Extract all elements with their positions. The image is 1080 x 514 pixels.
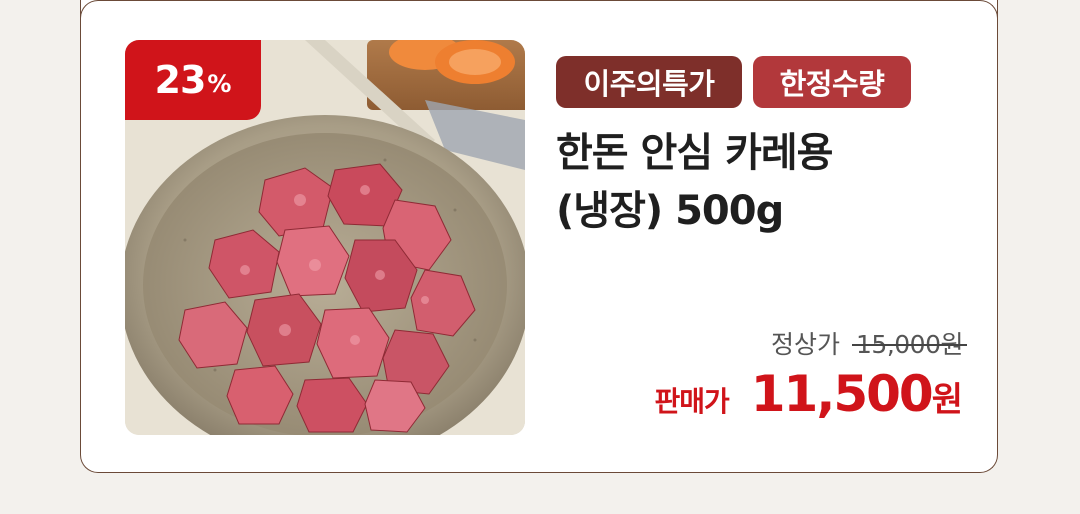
tag-weekly-special: 이주의특가: [556, 56, 742, 108]
discount-badge: 23 %: [125, 40, 261, 120]
regular-price-row: 정상가 15,000원: [771, 325, 967, 361]
discount-value: 23: [154, 58, 207, 102]
regular-price-value: 15,000원: [852, 325, 967, 361]
product-title-line-1: 한돈 안심 카레용: [556, 130, 833, 176]
regular-price-label: 정상가: [771, 330, 841, 359]
sale-price-currency: 원: [931, 380, 963, 420]
product-title-line-2: (냉장) 500g: [556, 188, 784, 234]
sale-price-row: 판매가 11,500원: [654, 365, 963, 423]
sale-price-value: 11,500원: [751, 365, 963, 423]
tag-limited-quantity: 한정수량: [753, 56, 911, 108]
discount-unit: %: [207, 70, 232, 98]
sale-price-label: 판매가: [654, 385, 729, 418]
sale-price-amount: 11,500: [750, 365, 934, 423]
product-title[interactable]: 한돈 안심 카레용 (냉장) 500g: [556, 124, 976, 240]
